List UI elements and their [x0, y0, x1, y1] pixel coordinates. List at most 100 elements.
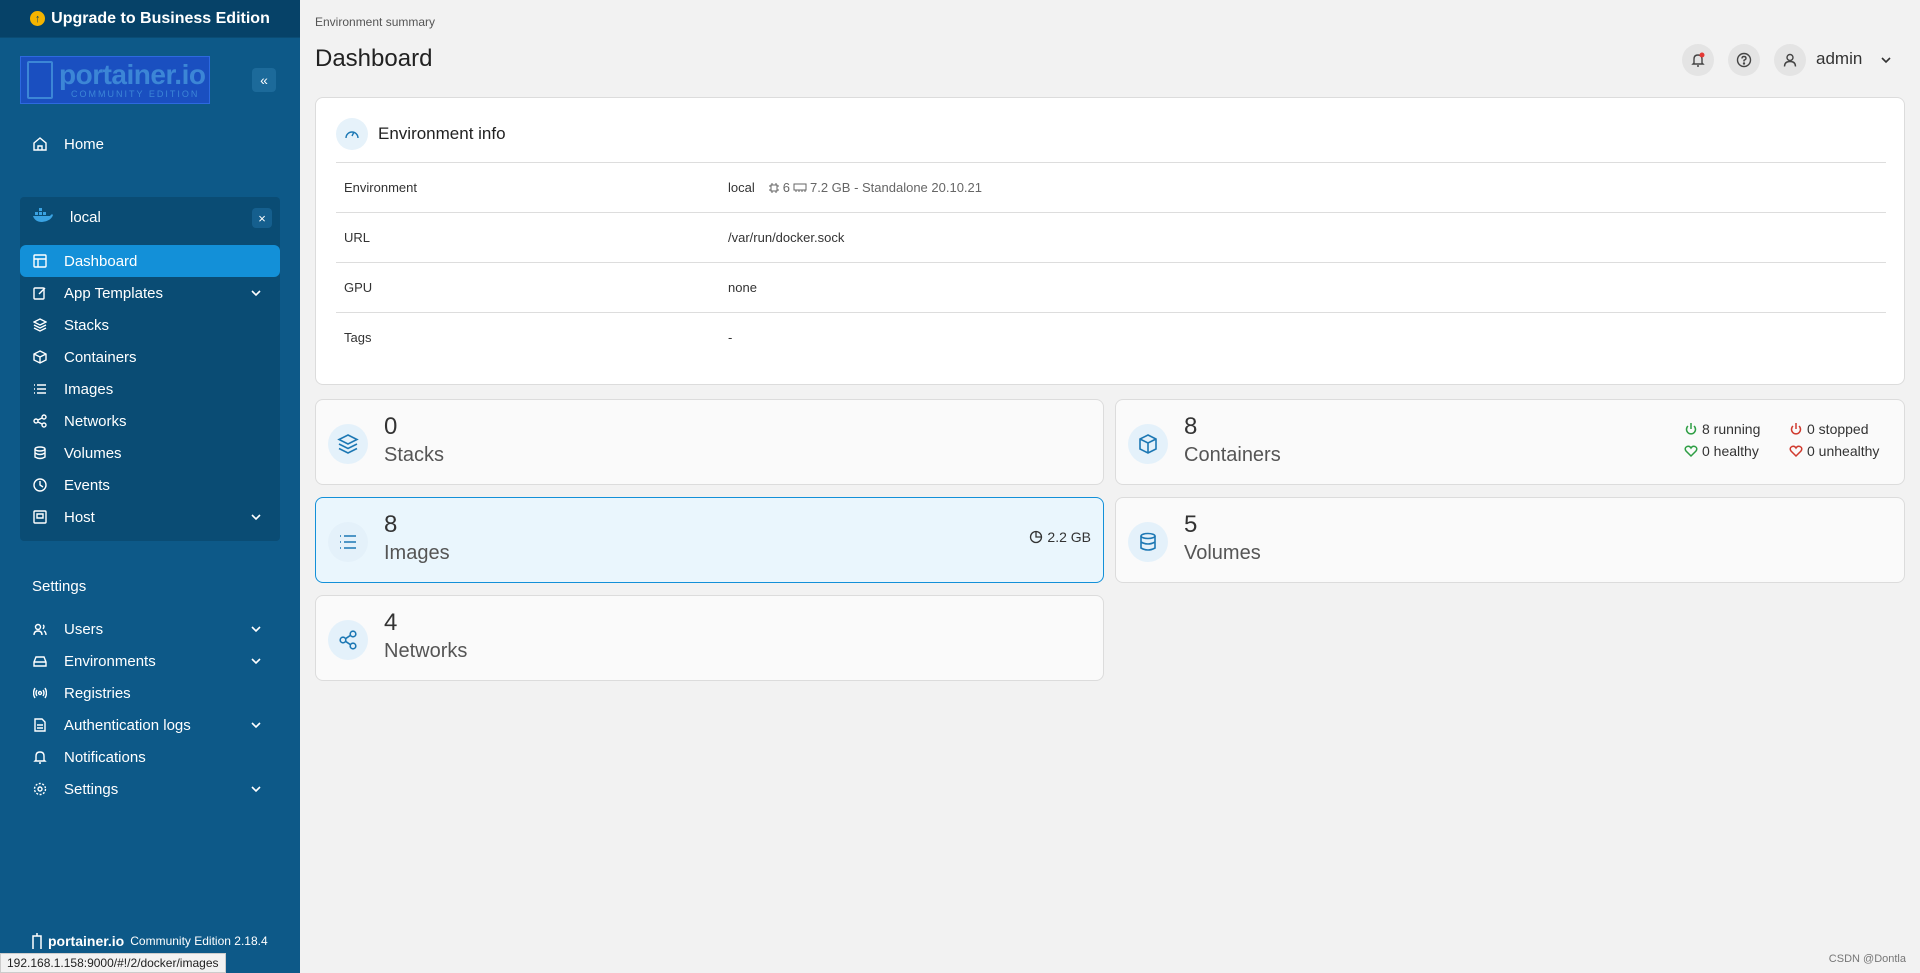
gpu-value: none: [728, 280, 757, 295]
heart-icon: [1789, 445, 1803, 458]
url-value: /var/run/docker.sock: [728, 230, 845, 245]
chevrons-left-icon: «: [260, 72, 268, 88]
environment-header: local ×: [20, 200, 280, 234]
sidebar-item-label: Users: [64, 620, 104, 638]
sidebar-item-environments[interactable]: Environments: [20, 645, 280, 677]
sidebar-item-label: Notifications: [64, 748, 146, 766]
upgrade-label: Upgrade to Business Edition: [51, 9, 270, 27]
chevron-down-icon[interactable]: [1878, 52, 1894, 68]
row-key: Tags: [344, 330, 372, 345]
portainer-logo-mark: [27, 61, 53, 99]
images-card[interactable]: 8 Images 2.2 GB: [315, 497, 1104, 583]
chevron-down-icon: [251, 786, 261, 793]
sidebar-item-volumes[interactable]: Volumes: [20, 437, 280, 469]
tags-value: -: [728, 330, 733, 345]
healthy-count: 0 healthy: [1702, 443, 1759, 459]
portainer-logo[interactable]: portainer.io COMMUNITY EDITION: [20, 56, 210, 104]
bell-icon: [1691, 52, 1705, 67]
watermark: CSDN @Dontla: [1828, 953, 1906, 965]
volumes-label: Volumes: [1184, 542, 1261, 564]
environment-info-title: Environment info: [378, 124, 506, 143]
stacks-card[interactable]: 0 Stacks: [315, 399, 1104, 485]
unhealthy-count: 0 unhealthy: [1807, 443, 1880, 459]
sidebar-item-label: Authentication logs: [64, 716, 191, 734]
list-icon: [328, 522, 368, 562]
share-icon: [32, 413, 48, 429]
sidebar-item-settings[interactable]: Settings: [20, 773, 280, 805]
power-icon: [1685, 423, 1697, 435]
sidebar-item-label: Environments: [64, 652, 156, 670]
environment-name: local: [70, 208, 101, 226]
notifications-button[interactable]: [1682, 44, 1714, 76]
sidebar-item-events[interactable]: Events: [20, 469, 280, 501]
sidebar-item-dashboard[interactable]: Dashboard: [20, 245, 280, 277]
upgrade-banner[interactable]: ↑ Upgrade to Business Edition: [0, 0, 300, 38]
volumes-card[interactable]: 5 Volumes: [1115, 497, 1905, 583]
gear-icon: [32, 781, 48, 797]
row-key: Environment: [344, 180, 417, 195]
footer-version: Community Edition 2.18.4: [130, 934, 268, 948]
networks-label: Networks: [384, 640, 468, 662]
stopped-count: 0 stopped: [1807, 421, 1869, 437]
sidebar-item-label: Dashboard: [64, 252, 138, 270]
sidebar-item-label: Registries: [64, 684, 131, 702]
sidebar-item-label: Host: [64, 508, 95, 526]
table-row: Environment local 6 7.2 GB - Standalone …: [336, 162, 1886, 212]
images-count: 8: [384, 511, 398, 538]
sidebar-item-images[interactable]: Images: [20, 373, 280, 405]
table-row: GPU none: [336, 262, 1886, 312]
help-circle-icon: [1736, 52, 1752, 68]
help-button[interactable]: [1728, 44, 1760, 76]
box-icon: [1128, 424, 1168, 464]
hard-drive-icon: [32, 653, 48, 669]
networks-card[interactable]: 4 Networks: [315, 595, 1104, 681]
healthy-status: 0 healthy: [1684, 443, 1759, 459]
users-icon: [32, 621, 48, 637]
sidebar-item-notifications[interactable]: Notifications: [20, 741, 280, 773]
sidebar-item-label: Volumes: [64, 444, 122, 462]
memory-and-version: 7.2 GB - Standalone 20.10.21: [809, 180, 982, 195]
images-size: 2.2 GB: [1029, 529, 1091, 545]
portainer-footer-icon: [32, 933, 42, 949]
sidebar-item-host[interactable]: Host: [20, 501, 280, 533]
pie-chart-icon: [1030, 530, 1043, 544]
sidebar-item-label: Stacks: [64, 316, 110, 334]
box-icon: [32, 349, 48, 365]
layers-icon: [328, 424, 368, 464]
user-icon: [1783, 53, 1797, 67]
database-icon: [1128, 522, 1168, 562]
user-name[interactable]: admin: [1816, 49, 1862, 69]
sidebar-item-authentication-logs[interactable]: Authentication logs: [20, 709, 280, 741]
dashboard-icon: [32, 253, 48, 269]
table-row: URL /var/run/docker.sock: [336, 212, 1886, 262]
networks-count: 4: [384, 609, 398, 636]
edit-icon: [32, 285, 48, 301]
close-environment-button[interactable]: ×: [252, 208, 272, 228]
sidebar-item-registries[interactable]: Registries: [20, 677, 280, 709]
sidebar-item-label: Networks: [64, 412, 127, 430]
sidebar-item-users[interactable]: Users: [20, 613, 280, 645]
chevron-down-icon: [251, 658, 261, 665]
user-menu-avatar[interactable]: [1774, 44, 1806, 76]
running-status: 8 running: [1684, 421, 1760, 437]
settings-section-title: Settings: [32, 578, 87, 595]
images-size-value: 2.2 GB: [1047, 529, 1091, 545]
breadcrumb[interactable]: Environment summary: [315, 15, 435, 29]
environment-info-card: Environment info Environment local 6 7.2…: [315, 97, 1905, 385]
page-title: Dashboard: [315, 45, 433, 72]
sidebar-item-label: Images: [64, 380, 114, 398]
file-text-icon: [32, 717, 48, 733]
sidebar-item-home[interactable]: Home: [20, 128, 280, 160]
sidebar-item-networks[interactable]: Networks: [20, 405, 280, 437]
containers-card[interactable]: 8 Containers 8 running 0 stopped 0 healt…: [1115, 399, 1905, 485]
environment-info-table: Environment local 6 7.2 GB - Standalone …: [336, 162, 1886, 362]
sidebar-item-stacks[interactable]: Stacks: [20, 309, 280, 341]
sidebar-item-app-templates[interactable]: App Templates: [20, 277, 280, 309]
power-icon: [1790, 423, 1802, 435]
containers-count: 8: [1184, 413, 1198, 440]
browser-status-url: 192.168.1.158:9000/#!/2/docker/images: [0, 953, 226, 973]
environment-value: local: [728, 180, 755, 195]
collapse-sidebar-button[interactable]: «: [252, 68, 276, 92]
sidebar-item-containers[interactable]: Containers: [20, 341, 280, 373]
arrow-up-circle-icon: ↑: [30, 11, 46, 26]
